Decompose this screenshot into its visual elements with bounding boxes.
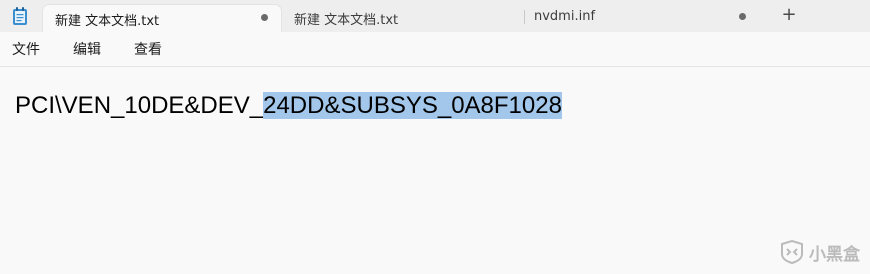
tab-label: nvdmi.inf [534,9,596,24]
editor-text: PCI\VEN_10DE&DEV_ [15,92,264,119]
text-editor[interactable]: PCI\VEN_10DE&DEV_24DD&SUBSYS_0A8F1028 [0,67,870,274]
new-tab-button[interactable]: + [778,5,800,27]
menu-file[interactable]: 文件 [12,39,40,59]
watermark-text: 小黑盒 [809,244,860,265]
editor-line[interactable]: PCI\VEN_10DE&DEV_24DD&SUBSYS_0A8F1028 [15,91,562,121]
watermark: 小黑盒 [779,238,860,266]
tab-bar: 新建 文本文档.txt 新建 文本文档.txt nvdmi.inf + [0,0,870,32]
tab-new-text-document[interactable]: 新建 文本文档.txt [284,4,524,32]
tab-new-text-document-active[interactable]: 新建 文本文档.txt [42,4,282,32]
tab-label: 新建 文本文档.txt [294,13,399,28]
watermark-logo-icon [781,240,803,264]
menu-bar: 文件 编辑 查看 [0,32,870,67]
unsaved-dot-icon[interactable] [261,14,268,21]
tab-nvdmi-inf[interactable]: nvdmi.inf [525,4,765,32]
notepad-window: 新建 文本文档.txt 新建 文本文档.txt nvdmi.inf + 文件 编… [0,0,870,274]
unsaved-dot-icon[interactable] [739,13,746,20]
tab-label: 新建 文本文档.txt [55,14,160,29]
selected-text: 24DD&SUBSYS_0A8F1028 [263,92,562,119]
menu-view[interactable]: 查看 [134,39,162,59]
menu-edit[interactable]: 编辑 [73,39,101,59]
notepad-app-icon [12,7,28,26]
